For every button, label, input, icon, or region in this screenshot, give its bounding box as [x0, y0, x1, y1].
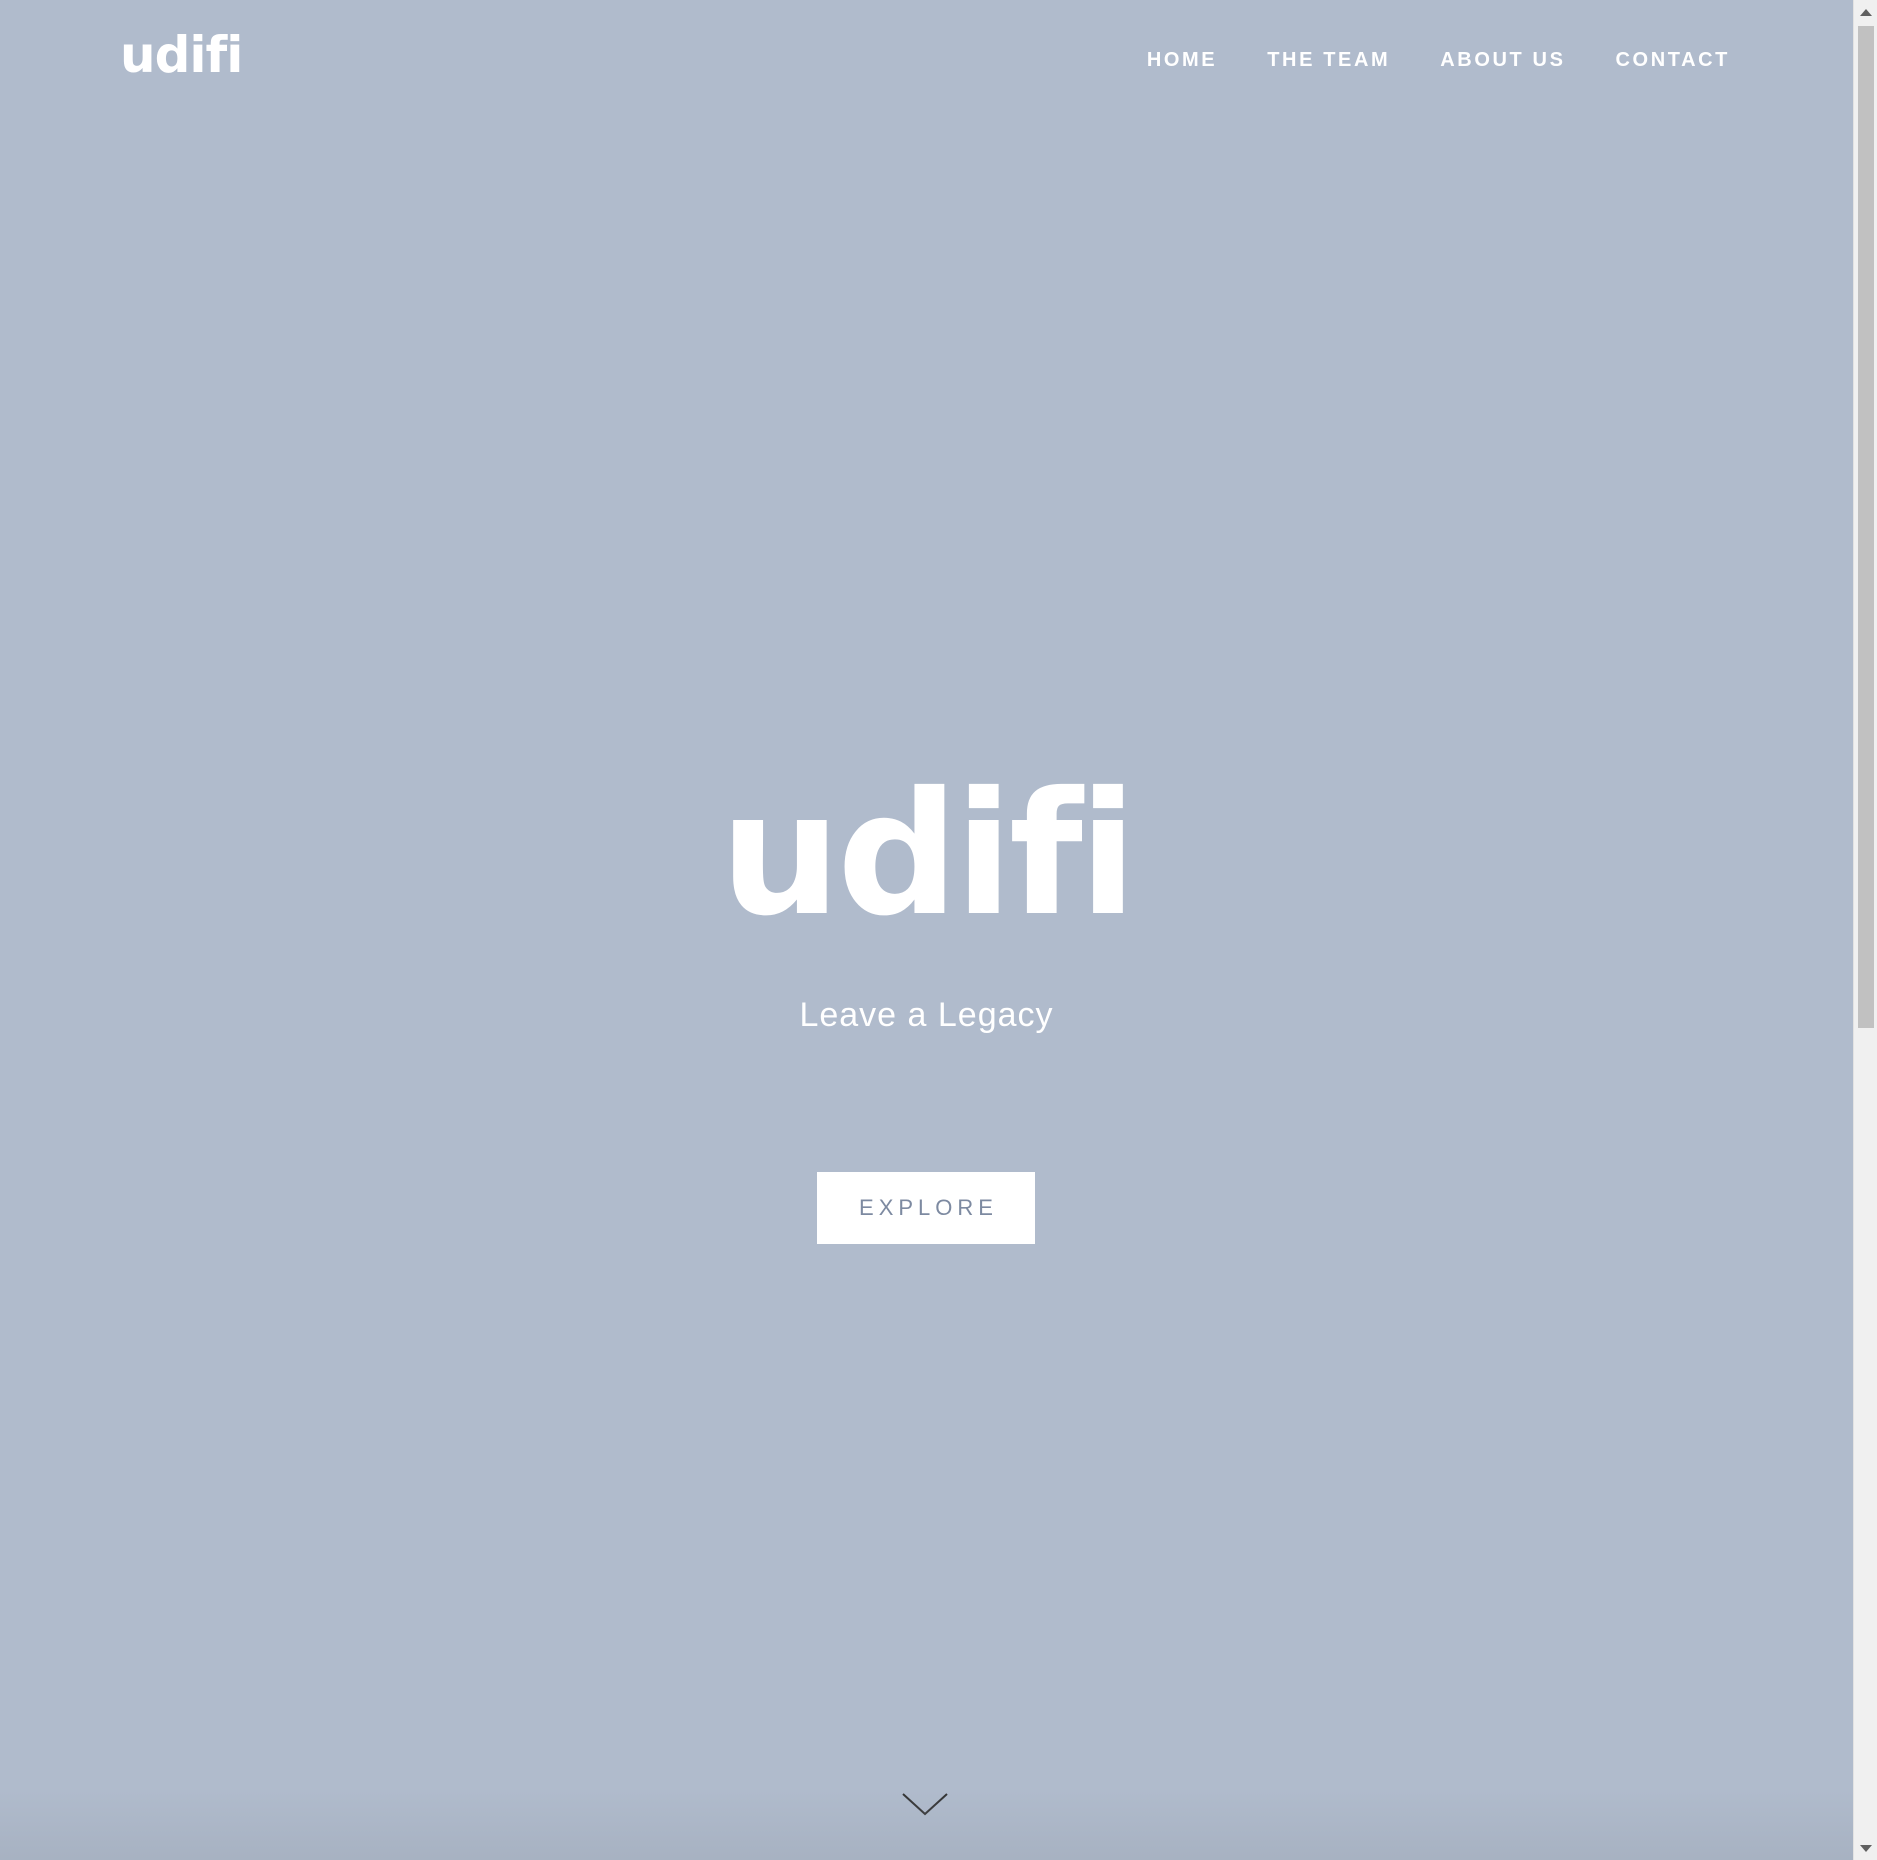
scroll-down-button[interactable]: [900, 1790, 950, 1820]
hero-subtitle: Leave a Legacy: [799, 996, 1054, 1034]
main-nav: HOME THE TEAM ABOUT US CONTACT: [1147, 50, 1730, 70]
nav-the-team[interactable]: THE TEAM: [1267, 50, 1390, 70]
nav-contact[interactable]: CONTACT: [1616, 50, 1730, 70]
explore-button[interactable]: EXPLORE: [817, 1172, 1035, 1244]
site-header: udifi HOME THE TEAM ABOUT US CONTACT: [0, 0, 1853, 130]
vertical-scrollbar[interactable]: [1853, 0, 1877, 1860]
scroll-down-arrow[interactable]: [1854, 1838, 1877, 1858]
hero-section: udifi HOME THE TEAM ABOUT US CONTACT udi…: [0, 0, 1853, 1860]
triangle-up-icon: [1860, 8, 1872, 16]
nav-home[interactable]: HOME: [1147, 50, 1217, 70]
logo[interactable]: udifi: [120, 30, 243, 80]
nav-about-us[interactable]: ABOUT US: [1440, 50, 1565, 70]
scrollbar-thumb[interactable]: [1858, 26, 1874, 1028]
triangle-down-icon: [1860, 1844, 1872, 1852]
chevron-down-icon: [902, 1793, 948, 1816]
hero-title: udifi: [719, 756, 1137, 954]
scroll-up-arrow[interactable]: [1854, 2, 1877, 22]
page: udifi HOME THE TEAM ABOUT US CONTACT udi…: [0, 0, 1877, 1860]
